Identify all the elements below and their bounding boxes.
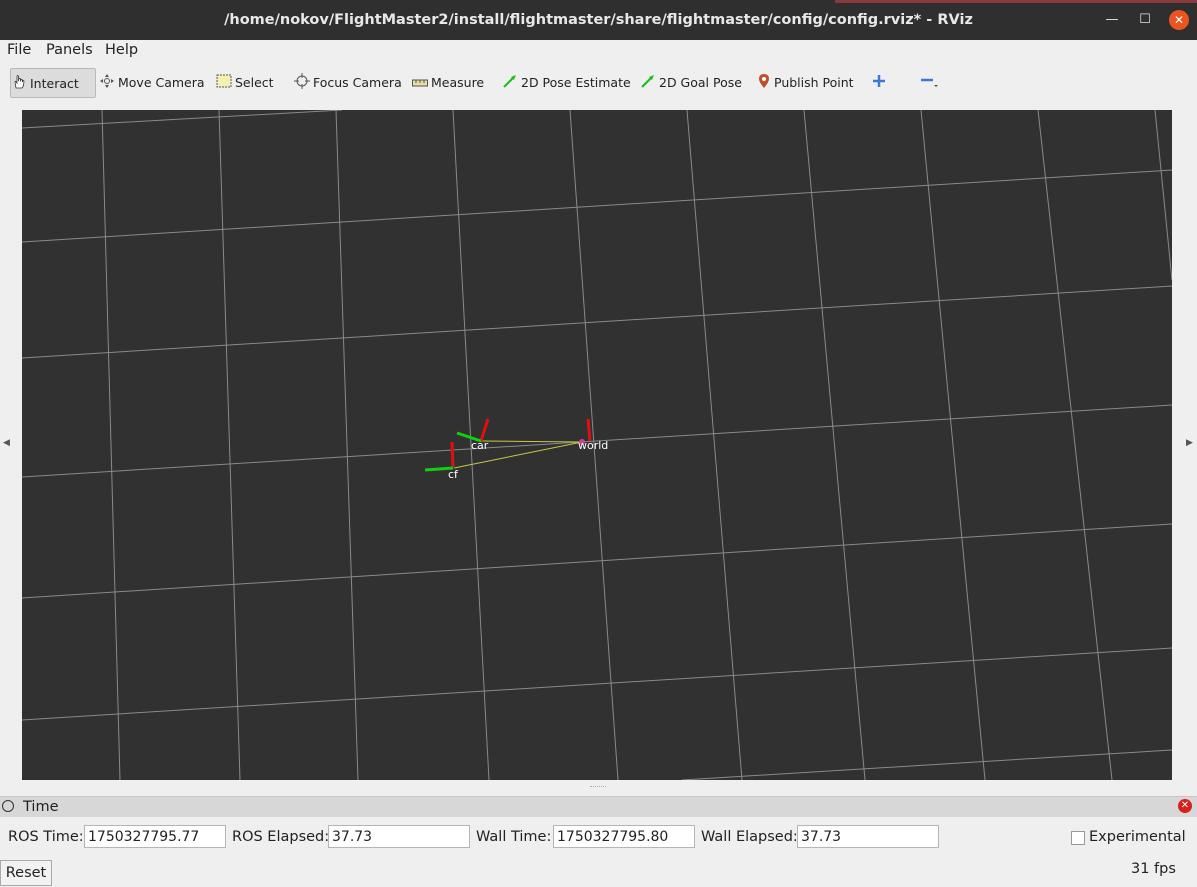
grid-line <box>1154 110 1172 281</box>
goal-pose-button[interactable]: 2D Goal Pose <box>640 68 742 96</box>
ruler-icon <box>412 75 428 90</box>
grid-line <box>1037 110 1113 780</box>
grid-line <box>22 285 1172 359</box>
remove-tool-button[interactable] <box>920 68 940 96</box>
move-camera-icon <box>99 73 115 92</box>
window-title: /home/nokov/FlightMaster2/install/flight… <box>224 12 973 28</box>
menu-panels[interactable]: Panels <box>46 42 93 58</box>
wall-time-field[interactable]: 1750327795.80 <box>553 825 695 848</box>
time-panel-title: Time <box>23 799 59 815</box>
select-icon <box>216 74 232 91</box>
goal-pose-label: 2D Goal Pose <box>659 74 742 90</box>
close-panel-icon[interactable]: ✕ <box>1178 799 1192 813</box>
measure-label: Measure <box>431 74 485 90</box>
add-tool-button[interactable] <box>872 68 886 96</box>
menu-bar: File Panels Help <box>0 40 1197 62</box>
frame-label-world: world <box>578 439 608 452</box>
menu-help[interactable]: Help <box>105 42 138 58</box>
select-button[interactable]: Select <box>216 68 274 96</box>
pose-estimate-button[interactable]: 2D Pose Estimate <box>502 68 631 96</box>
pose-estimate-label: 2D Pose Estimate <box>521 74 631 90</box>
wall-time-label: Wall Time: <box>476 829 552 845</box>
experimental-checkbox[interactable] <box>1071 831 1085 845</box>
menu-file[interactable]: File <box>7 42 31 58</box>
world-x-axis <box>586 418 592 442</box>
grid-line <box>686 110 743 780</box>
publish-point-button[interactable]: Publish Point <box>757 68 854 96</box>
green-arrow-icon <box>502 73 518 92</box>
focus-camera-button[interactable]: Focus Camera <box>294 68 402 96</box>
clock-icon <box>2 800 14 812</box>
grid-line <box>803 110 866 780</box>
interact-tool-button[interactable]: Interact <box>10 68 96 98</box>
grid-scene: car world cf <box>22 110 1172 780</box>
title-accent <box>835 0 1197 3</box>
ros-elapsed-label: ROS Elapsed: <box>232 829 330 845</box>
focus-camera-icon <box>294 72 310 92</box>
measure-button[interactable]: Measure <box>412 68 484 96</box>
frame-label-cf: cf <box>448 468 459 481</box>
map-pin-icon <box>757 73 771 92</box>
experimental-label: Experimental <box>1089 829 1186 845</box>
close-icon[interactable]: ✕ <box>1169 10 1189 30</box>
move-camera-label: Move Camera <box>118 74 205 90</box>
grid-line <box>101 110 121 780</box>
minus-icon <box>920 73 940 92</box>
wall-elapsed-field[interactable]: 37.73 <box>797 825 939 848</box>
plus-icon <box>872 74 886 91</box>
publish-point-label: Publish Point <box>774 74 854 90</box>
focus-camera-label: Focus Camera <box>313 74 402 90</box>
move-camera-button[interactable]: Move Camera <box>99 68 205 96</box>
interact-label: Interact <box>30 75 79 91</box>
maximize-icon[interactable]: ☐ <box>1135 10 1155 30</box>
green-arrow-icon <box>640 73 656 92</box>
fps-counter: 31 fps <box>1131 861 1176 877</box>
grid-line <box>22 169 1172 243</box>
ros-elapsed-field[interactable]: 37.73 <box>328 825 470 848</box>
grid-line <box>335 110 359 780</box>
panel-splitter[interactable] <box>590 786 606 793</box>
cf-x-axis <box>450 441 455 468</box>
toolbar: Interact Move Camera Select Focus Camera… <box>0 62 1197 102</box>
frame-label-car: car <box>471 439 489 452</box>
3d-viewport[interactable]: car world cf <box>22 110 1172 780</box>
left-collapse-icon[interactable]: ◀ <box>3 438 10 448</box>
reset-button[interactable]: Reset <box>0 860 52 886</box>
grid-line <box>920 110 986 780</box>
minimize-icon[interactable]: — <box>1102 10 1122 30</box>
wall-elapsed-label: Wall Elapsed: <box>701 829 798 845</box>
grid-line <box>22 647 1172 721</box>
grid-line <box>218 110 241 780</box>
time-panel-header: Time ✕ <box>0 796 1197 817</box>
ros-time-field[interactable]: 1750327795.77 <box>84 825 226 848</box>
car-x-axis <box>479 418 490 442</box>
grid-line <box>681 749 1172 780</box>
grid-line <box>22 110 343 129</box>
right-collapse-icon[interactable]: ▶ <box>1186 438 1193 448</box>
ros-time-label: ROS Time: <box>8 829 84 845</box>
grid-line <box>22 523 1172 599</box>
title-bar: /home/nokov/FlightMaster2/install/flight… <box>0 0 1197 40</box>
select-label: Select <box>235 74 274 90</box>
tf-link-car-world <box>480 440 583 443</box>
hand-pointer-icon <box>11 74 27 93</box>
